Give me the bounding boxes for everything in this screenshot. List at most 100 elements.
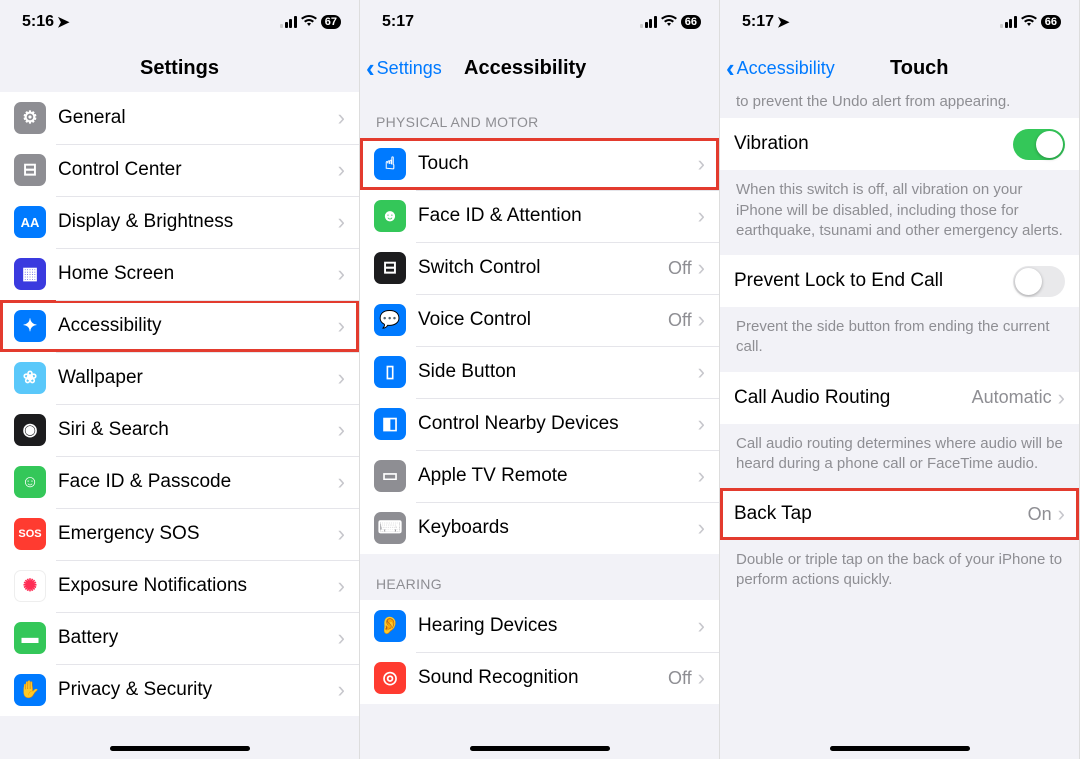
row-label: Touch	[418, 153, 698, 175]
settings-row-home-screen[interactable]: ▦ Home Screen ›	[0, 248, 359, 300]
nav-bar: ‹ Settings Accessibility	[360, 44, 719, 92]
chevron-left-icon: ‹	[726, 53, 735, 84]
touch-row-vibration[interactable]: Vibration	[720, 118, 1079, 170]
chevron-right-icon: ›	[698, 411, 705, 437]
chevron-right-icon: ›	[698, 307, 705, 333]
settings-row-privacy-security[interactable]: ✋ Privacy & Security ›	[0, 664, 359, 716]
status-time: 5:17	[382, 13, 414, 31]
back-button[interactable]: ‹ Settings	[366, 44, 442, 92]
touch-row-back-tap[interactable]: Back Tap On ›	[720, 488, 1079, 540]
prevent-lock-toggle[interactable]	[1013, 266, 1065, 297]
section-header-hearing: HEARING	[360, 554, 719, 600]
row-label: Exposure Notifications	[58, 575, 338, 597]
settings-row-control-center[interactable]: ⊟ Control Center ›	[0, 144, 359, 196]
flower-icon: ❀	[14, 362, 46, 394]
accessibility-row-hearing-devices[interactable]: 👂 Hearing Devices ›	[360, 600, 719, 652]
settings-row-wallpaper[interactable]: ❀ Wallpaper ›	[0, 352, 359, 404]
settings-row-display-brightness[interactable]: AA Display & Brightness ›	[0, 196, 359, 248]
wifi-icon	[1021, 14, 1037, 30]
accessibility-row-nearby-devices[interactable]: ◧ Control Nearby Devices ›	[360, 398, 719, 450]
row-label: Voice Control	[418, 309, 668, 331]
location-arrow-icon: ➤	[777, 13, 790, 31]
nearby-devices-icon: ◧	[374, 408, 406, 440]
prevent-lock-footer: Prevent the side button from ending the …	[720, 307, 1079, 372]
chevron-right-icon: ›	[338, 157, 345, 183]
chevron-right-icon: ›	[698, 665, 705, 691]
vibration-toggle[interactable]	[1013, 129, 1065, 160]
prevent-lock-group: Prevent Lock to End Call	[720, 255, 1079, 307]
chevron-right-icon: ›	[338, 209, 345, 235]
settings-row-battery[interactable]: ▬ Battery ›	[0, 612, 359, 664]
chevron-right-icon: ›	[338, 417, 345, 443]
battery-row-icon: ▬	[14, 622, 46, 654]
chevron-right-icon: ›	[698, 255, 705, 281]
physical-motor-group: ☝︎ Touch › ☻ Face ID & Attention › ⊟ Swi…	[360, 138, 719, 554]
back-button[interactable]: ‹ Accessibility	[726, 44, 835, 92]
row-value: Off	[668, 258, 692, 279]
chevron-right-icon: ›	[698, 463, 705, 489]
touch-row-call-audio-routing[interactable]: Call Audio Routing Automatic ›	[720, 372, 1079, 424]
accessibility-row-touch[interactable]: ☝︎ Touch ›	[360, 138, 719, 190]
text-size-icon: AA	[14, 206, 46, 238]
row-label: Apple TV Remote	[418, 465, 698, 487]
back-label: Accessibility	[737, 58, 835, 79]
accessibility-row-switch-control[interactable]: ⊟ Switch Control Off ›	[360, 242, 719, 294]
battery-icon: 66	[681, 15, 701, 29]
call-audio-footer: Call audio routing determines where audi…	[720, 424, 1079, 489]
touch-row-prevent-lock[interactable]: Prevent Lock to End Call	[720, 255, 1079, 307]
accessibility-row-voice-control[interactable]: 💬 Voice Control Off ›	[360, 294, 719, 346]
row-label: Accessibility	[58, 315, 338, 337]
vibration-group: Vibration	[720, 118, 1079, 170]
chevron-right-icon: ›	[1058, 501, 1065, 527]
chevron-right-icon: ›	[338, 261, 345, 287]
home-indicator[interactable]	[830, 746, 970, 751]
row-value: Off	[668, 668, 692, 689]
hand-icon: ✋	[14, 674, 46, 706]
nav-bar: ‹ Accessibility Touch	[720, 44, 1079, 92]
row-label: Sound Recognition	[418, 667, 668, 689]
siri-icon: ◉	[14, 414, 46, 446]
accessibility-row-apple-tv-remote[interactable]: ▭ Apple TV Remote ›	[360, 450, 719, 502]
sound-recognition-icon: ◎	[374, 662, 406, 694]
chevron-right-icon: ›	[698, 359, 705, 385]
touch-icon: ☝︎	[374, 148, 406, 180]
row-label: Prevent Lock to End Call	[734, 270, 1013, 292]
row-label: Control Center	[58, 159, 338, 181]
chevron-right-icon: ›	[338, 573, 345, 599]
settings-row-siri-search[interactable]: ◉ Siri & Search ›	[0, 404, 359, 456]
chevron-right-icon: ›	[698, 203, 705, 229]
settings-list: ⚙︎ General › ⊟ Control Center › AA Displ…	[0, 92, 359, 716]
home-indicator[interactable]	[110, 746, 250, 751]
section-header-physical-motor: PHYSICAL AND MOTOR	[360, 92, 719, 138]
settings-row-exposure-notifications[interactable]: ✺ Exposure Notifications ›	[0, 560, 359, 612]
accessibility-row-keyboards[interactable]: ⌨︎ Keyboards ›	[360, 502, 719, 554]
accessibility-row-faceid-attention[interactable]: ☻ Face ID & Attention ›	[360, 190, 719, 242]
hearing-group: 👂 Hearing Devices › ◎ Sound Recognition …	[360, 600, 719, 704]
settings-row-general[interactable]: ⚙︎ General ›	[0, 92, 359, 144]
chevron-right-icon: ›	[1058, 385, 1065, 411]
side-button-icon: ▯	[374, 356, 406, 388]
wifi-icon	[661, 14, 677, 30]
accessibility-row-side-button[interactable]: ▯ Side Button ›	[360, 346, 719, 398]
back-label: Settings	[377, 58, 442, 79]
row-value: Automatic	[972, 387, 1052, 408]
exposure-icon: ✺	[14, 570, 46, 602]
row-label: Back Tap	[734, 503, 1028, 525]
accessibility-row-sound-recognition[interactable]: ◎ Sound Recognition Off ›	[360, 652, 719, 704]
settings-row-accessibility[interactable]: ✦ Accessibility ›	[0, 300, 359, 352]
settings-row-emergency-sos[interactable]: SOS Emergency SOS ›	[0, 508, 359, 560]
row-label: Keyboards	[418, 517, 698, 539]
home-indicator[interactable]	[470, 746, 610, 751]
row-label: Face ID & Attention	[418, 205, 698, 227]
settings-row-faceid-passcode[interactable]: ☺ Face ID & Passcode ›	[0, 456, 359, 508]
row-label: Siri & Search	[58, 419, 338, 441]
status-bar: 5:17 ➤ 66	[720, 0, 1079, 44]
status-time: 5:17	[742, 13, 774, 31]
grid-icon: ▦	[14, 258, 46, 290]
cellular-signal-icon	[280, 16, 297, 28]
status-time: 5:16	[22, 13, 54, 31]
row-label: Side Button	[418, 361, 698, 383]
chevron-right-icon: ›	[338, 625, 345, 651]
row-label: Hearing Devices	[418, 615, 698, 637]
cellular-signal-icon	[640, 16, 657, 28]
